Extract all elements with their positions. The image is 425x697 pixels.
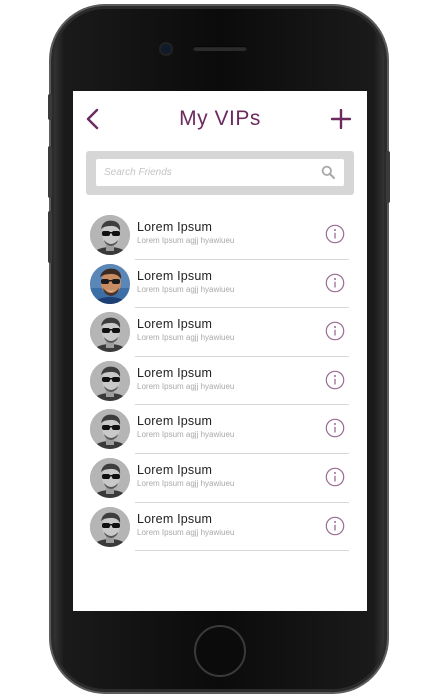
avatar: [90, 409, 130, 450]
friend-row[interactable]: Lorem Ipsum Lorem Ipsum agjj hyawiueu: [73, 260, 367, 309]
earpiece-speaker: [193, 46, 247, 51]
page-title: My VIPs: [179, 107, 261, 130]
phone-frame: My VIPs Lorem Ipsum Lorem Ipsum agjj hya…: [48, 6, 390, 692]
avatar: [90, 457, 130, 498]
avatar: [90, 263, 130, 304]
info-icon[interactable]: [325, 370, 345, 390]
volume-up-button: [48, 146, 52, 198]
nav-header: My VIPs: [73, 91, 367, 146]
friend-row[interactable]: Lorem Ipsum Lorem Ipsum agjj hyawiueu: [73, 454, 367, 503]
avatar: [90, 360, 130, 401]
friend-row[interactable]: Lorem Ipsum Lorem Ipsum agjj hyawiueu: [73, 211, 367, 260]
friend-row[interactable]: Lorem Ipsum Lorem Ipsum agjj hyawiueu: [73, 308, 367, 357]
app-screen: My VIPs Lorem Ipsum Lorem Ipsum agjj hya…: [73, 91, 367, 611]
info-icon[interactable]: [325, 321, 345, 341]
search-input[interactable]: [104, 159, 304, 186]
friend-name: Lorem Ipsum: [137, 414, 213, 429]
search-bar: [86, 151, 354, 195]
info-icon[interactable]: [325, 273, 345, 293]
avatar: [90, 312, 130, 353]
friend-subtitle: Lorem Ipsum agjj hyawiueu: [137, 236, 235, 245]
volume-down-button: [48, 211, 52, 263]
info-icon[interactable]: [325, 418, 345, 438]
info-icon[interactable]: [325, 516, 345, 536]
friend-row[interactable]: Lorem Ipsum Lorem Ipsum agjj hyawiueu: [73, 503, 367, 552]
friend-row[interactable]: Lorem Ipsum Lorem Ipsum agjj hyawiueu: [73, 405, 367, 454]
info-icon[interactable]: [325, 467, 345, 487]
friend-subtitle: Lorem Ipsum agjj hyawiueu: [137, 527, 235, 537]
info-icon[interactable]: [325, 224, 345, 244]
friend-subtitle: Lorem Ipsum agjj hyawiueu: [137, 430, 235, 440]
friend-name: Lorem Ipsum: [137, 365, 213, 380]
friend-row[interactable]: Lorem Ipsum Lorem Ipsum agjj hyawiueu: [73, 357, 367, 406]
friend-name: Lorem Ipsum: [137, 220, 213, 234]
avatar: [90, 215, 130, 255]
friend-list: Lorem Ipsum Lorem Ipsum agjj hyawiueu Lo…: [73, 211, 367, 552]
plus-icon[interactable]: [331, 109, 351, 129]
friend-subtitle: Lorem Ipsum agjj hyawiueu: [137, 284, 235, 294]
friend-name: Lorem Ipsum: [137, 317, 213, 332]
avatar: [90, 506, 130, 547]
friend-subtitle: Lorem Ipsum agjj hyawiueu: [137, 478, 235, 488]
friend-name: Lorem Ipsum: [137, 511, 213, 526]
home-button[interactable]: [194, 625, 246, 677]
power-button: [386, 151, 390, 203]
divider: [135, 550, 349, 552]
search-field: [96, 159, 344, 186]
friend-name: Lorem Ipsum: [137, 268, 213, 283]
mute-switch: [48, 94, 52, 120]
friend-subtitle: Lorem Ipsum agjj hyawiueu: [137, 333, 235, 343]
search-icon[interactable]: [321, 165, 335, 179]
friend-name: Lorem Ipsum: [137, 462, 213, 477]
front-camera: [161, 44, 171, 54]
friend-subtitle: Lorem Ipsum agjj hyawiueu: [137, 381, 235, 391]
